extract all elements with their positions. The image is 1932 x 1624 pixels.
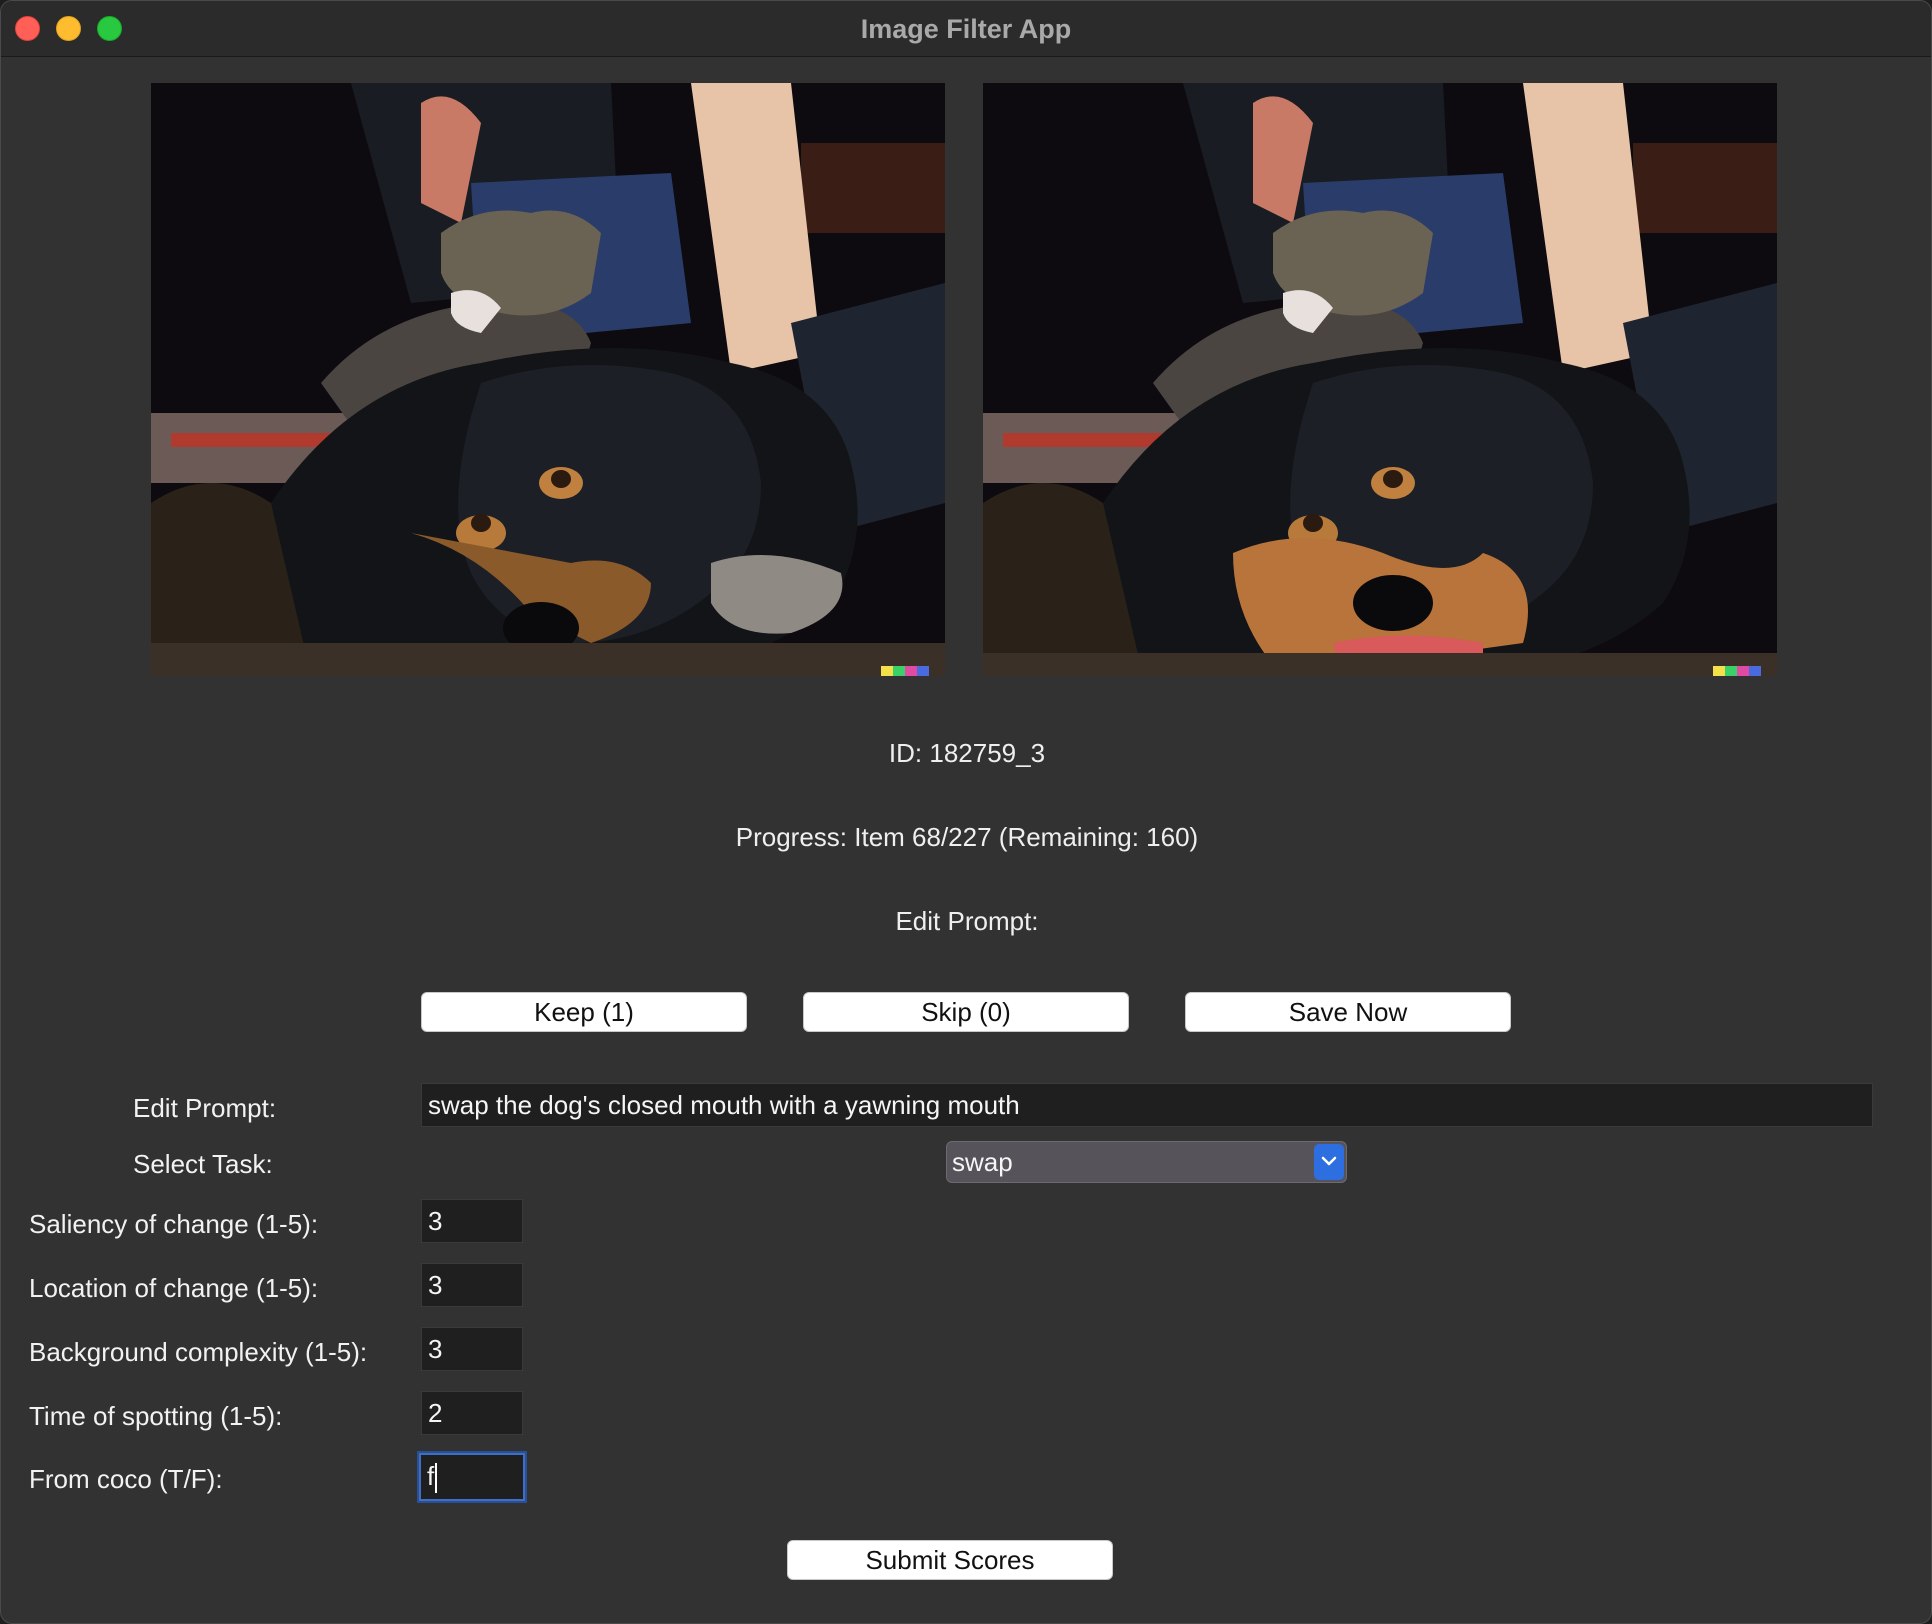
chevron-down-icon[interactable]: [1314, 1144, 1344, 1180]
skip-button[interactable]: Skip (0): [803, 992, 1129, 1032]
location-input[interactable]: 3: [421, 1263, 523, 1307]
submit-scores-button[interactable]: Submit Scores: [787, 1540, 1113, 1580]
saliency-input[interactable]: 3: [421, 1199, 523, 1243]
time-of-spotting-label: Time of spotting (1-5):: [29, 1401, 283, 1431]
window-title: Image Filter App: [860, 14, 1072, 44]
keep-button[interactable]: Keep (1): [421, 992, 747, 1032]
time-of-spotting-input[interactable]: 2: [421, 1391, 523, 1435]
original-image-graphic: [151, 83, 945, 676]
text-caret: [435, 1463, 438, 1494]
progress-status: Progress: Item 68/227 (Remaining: 160): [735, 822, 1199, 852]
background-complexity-label: Background complexity (1-5):: [29, 1337, 368, 1367]
item-id: ID: 182759_3: [888, 738, 1046, 768]
task-select[interactable]: swap: [946, 1141, 1347, 1183]
location-label: Location of change (1-5):: [29, 1273, 319, 1303]
edit-prompt-input[interactable]: swap the dog's closed mouth with a yawni…: [421, 1083, 1873, 1127]
original-image: [151, 83, 945, 676]
app-window: Image Filter App ID: 182759_3 Progress: …: [0, 0, 1932, 1624]
background-complexity-input[interactable]: 3: [421, 1327, 523, 1371]
edit-prompt-label: Edit Prompt:: [133, 1093, 277, 1123]
edited-image: [983, 83, 1777, 676]
edited-image-graphic: [983, 83, 1777, 676]
save-now-button[interactable]: Save Now: [1185, 992, 1511, 1032]
from-coco-label: From coco (T/F):: [29, 1464, 223, 1494]
title-bar: Image Filter App: [1, 1, 1931, 57]
from-coco-input[interactable]: f: [419, 1453, 525, 1501]
select-task-label: Select Task:: [133, 1149, 273, 1179]
edit-prompt-caption: Edit Prompt:: [895, 906, 1039, 936]
from-coco-value: f: [427, 1461, 435, 1491]
task-select-value: swap: [952, 1147, 1013, 1177]
saliency-label: Saliency of change (1-5):: [29, 1209, 319, 1239]
